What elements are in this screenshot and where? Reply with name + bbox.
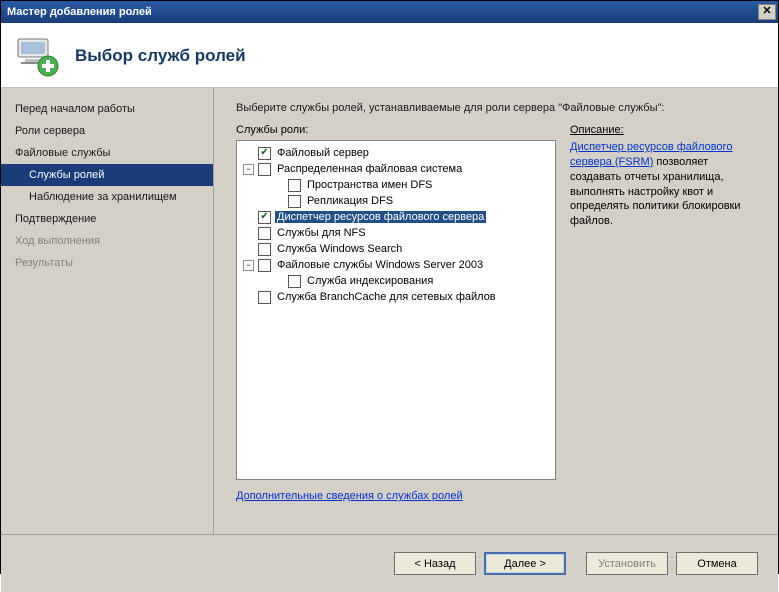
tree-row[interactable]: − Файловые службы Windows Server 2003 [239,257,553,273]
checkbox[interactable] [288,195,301,208]
sidebar-item[interactable]: Файловые службы [1,142,213,164]
tree-row[interactable]: Службы для NFS [239,225,553,241]
description-text: Диспетчер ресурсов файлового сервера (FS… [570,140,762,229]
tree-row[interactable]: Пространства имен DFS [239,177,553,193]
tree-item-label[interactable]: Распределенная файловая система [275,163,464,175]
checkbox[interactable] [258,227,271,240]
checkbox[interactable] [288,275,301,288]
description-heading: Описание: [570,124,762,136]
more-info-link[interactable]: Дополнительные сведения о службах ролей [236,490,556,502]
title-bar: Мастер добавления ролей ✕ [1,1,778,23]
tree-item-label[interactable]: Файловый сервер [275,147,371,159]
install-button[interactable]: Установить [586,552,668,575]
checkbox[interactable] [258,243,271,256]
nav-sidebar: Перед началом работыРоли сервераФайловые… [1,88,214,534]
collapse-icon[interactable]: − [243,164,254,175]
next-button[interactable]: Далее > [484,552,566,575]
tree-item-label[interactable]: Файловые службы Windows Server 2003 [275,259,485,271]
tree-item-label[interactable]: Служба Windows Search [275,243,404,255]
sidebar-item: Ход выполнения [1,230,213,252]
intro-text: Выберите службы ролей, устанавливаемые д… [236,102,762,114]
sidebar-item[interactable]: Роли сервера [1,120,213,142]
sidebar-item[interactable]: Перед началом работы [1,98,213,120]
tree-row[interactable]: ✔ Диспетчер ресурсов файлового сервера [239,209,553,225]
tree-row[interactable]: Репликация DFS [239,193,553,209]
tree-row[interactable]: Служба Windows Search [239,241,553,257]
button-bar: < Назад Далее > Установить Отмена [1,534,778,592]
checkbox[interactable]: ✔ [258,147,271,160]
checkbox[interactable] [258,291,271,304]
window-title: Мастер добавления ролей [7,6,152,18]
checkbox[interactable] [258,163,271,176]
tree-item-label[interactable]: Служба BranchCache для сетевых файлов [275,291,498,303]
close-button[interactable]: ✕ [758,4,776,20]
page-title: Выбор служб ролей [75,46,246,66]
content-pane: Выберите службы ролей, устанавливаемые д… [214,88,778,534]
tree-row[interactable]: − Распределенная файловая система [239,161,553,177]
checkbox[interactable]: ✔ [258,211,271,224]
checkbox[interactable] [288,179,301,192]
sidebar-item[interactable]: Подтверждение [1,208,213,230]
tree-heading: Службы роли: [236,124,556,136]
tree-row[interactable]: Служба индексирования [239,273,553,289]
sidebar-item[interactable]: Наблюдение за хранилищем [1,186,213,208]
wizard-body: Перед началом работыРоли сервераФайловые… [1,88,778,534]
tree-item-label[interactable]: Пространства имен DFS [305,179,434,191]
tree-item-label[interactable]: Диспетчер ресурсов файлового сервера [275,211,486,223]
wizard-icon [15,33,61,79]
role-services-tree[interactable]: ✔ Файловый сервер − Распределенная файловая… [236,140,556,480]
wizard-header: Выбор служб ролей [1,23,778,88]
tree-row[interactable]: ✔ Файловый сервер [239,145,553,161]
tree-row[interactable]: Служба BranchCache для сетевых файлов [239,289,553,305]
sidebar-item[interactable]: Службы ролей [1,164,213,186]
tree-item-label[interactable]: Репликация DFS [305,195,395,207]
tree-item-label[interactable]: Служба индексирования [305,275,435,287]
back-button[interactable]: < Назад [394,552,476,575]
cancel-button[interactable]: Отмена [676,552,758,575]
checkbox[interactable] [258,259,271,272]
sidebar-item: Результаты [1,252,213,274]
tree-item-label[interactable]: Службы для NFS [275,227,368,239]
collapse-icon[interactable]: − [243,260,254,271]
